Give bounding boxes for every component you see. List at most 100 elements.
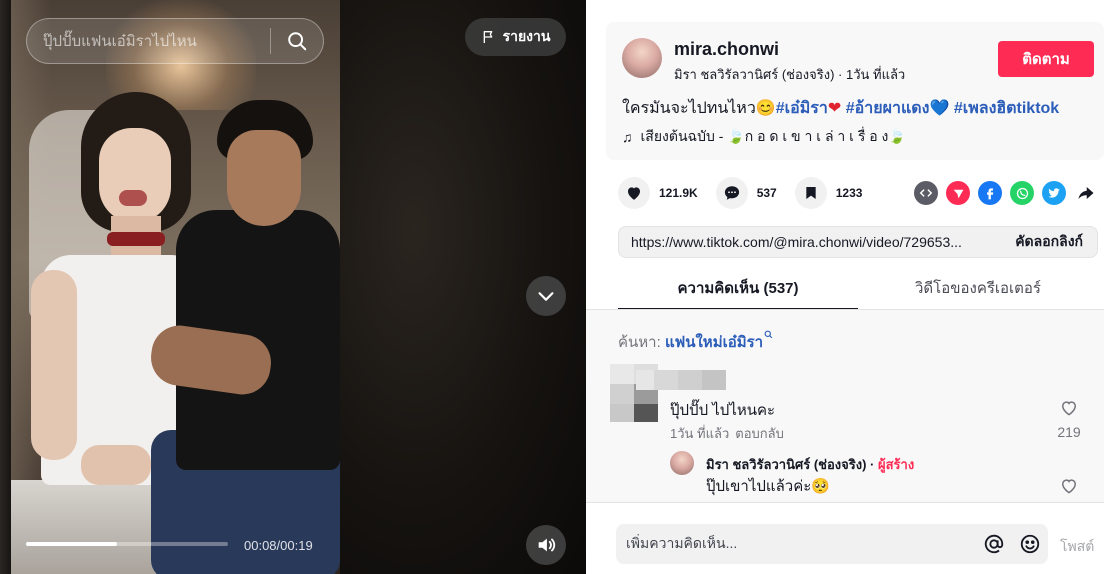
search-button[interactable] (271, 19, 323, 63)
comment-input-field[interactable]: เพิ่มความคิดเห็น... (616, 533, 976, 555)
share-arrow-icon (1078, 187, 1094, 199)
comment-text: ปุ๊ปปั๊ป ไปไหนคะ (670, 402, 776, 419)
video-blur-left (0, 0, 11, 574)
creator-display-name[interactable]: มิรา ชลวิรัลวานิศร์ (ช่องจริง) (674, 67, 834, 82)
creator-avatar[interactable] (622, 38, 662, 78)
search-input[interactable]: ปุ๊ปปั๊บแฟนเอ๋มิราไปไหน (27, 29, 270, 53)
side-panel: mira.chonwi มิรา ชลวิรัลวานิศร์ (ช่องจริ… (586, 0, 1104, 574)
embed-code-icon (919, 189, 933, 197)
heart-outline-icon (1061, 401, 1077, 416)
at-sign-icon (984, 534, 1004, 554)
whatsapp-share-button[interactable] (1010, 181, 1034, 205)
creator-badge: ผู้สร้าง (877, 457, 915, 472)
creator-subline: มิรา ชลวิรัลวานิศร์ (ช่องจริง) · 1วัน ที… (674, 64, 905, 85)
comment-search-suggestion[interactable]: ค้นหา: แฟนใหม่เอ๋มิรา (618, 330, 773, 354)
video-link-box: https://www.tiktok.com/@mira.chonwi/vide… (618, 226, 1098, 258)
save-icon-wrap (794, 177, 827, 209)
like-count: 121.9K (659, 186, 698, 200)
save-count: 1233 (835, 186, 863, 200)
creator-username[interactable]: mira.chonwi (674, 39, 779, 60)
music-note-icon: ♫ (622, 129, 633, 145)
report-button[interactable]: รายงาน (465, 18, 566, 56)
video-progress-bar[interactable] (26, 542, 228, 546)
more-share-button[interactable] (1074, 181, 1098, 205)
reply-button[interactable]: ตอบกลับ (735, 426, 784, 441)
share-row (914, 181, 1098, 205)
report-label: รายงาน (502, 28, 551, 44)
mention-button[interactable] (976, 526, 1012, 562)
comment-meta: 1วัน ที่แล้ว ตอบกลับ (670, 423, 784, 444)
search-icon (764, 330, 773, 339)
post-comment-button[interactable]: โพสต์ (1060, 536, 1094, 558)
chevron-down-icon (538, 292, 554, 301)
bookmark-icon (806, 187, 816, 199)
search-icon (288, 32, 307, 51)
leaf-emoji: 🍃 (888, 128, 906, 144)
tab-comments[interactable]: ความคิดเห็น (537) (618, 268, 858, 310)
reply-author-name[interactable]: มิรา ชลวิรัลวานิศร์ (ช่องจริง) (706, 457, 866, 472)
video-search-bar[interactable]: ปุ๊ปปั๊บแฟนเอ๋มิราไปไหน (26, 18, 324, 64)
leaf-emoji: 🍃 (727, 128, 745, 144)
post-time: 1วัน ที่แล้ว (845, 67, 906, 82)
like-button[interactable]: 121.9K (618, 177, 698, 209)
embed-button[interactable] (914, 181, 938, 205)
send-to-friend-button[interactable] (946, 181, 970, 205)
comment-like-button[interactable]: 219 (1054, 398, 1084, 440)
search-keyword: แฟนใหม่เอ๋มิรา (664, 334, 764, 351)
twitter-icon (1048, 188, 1060, 198)
comment-tabs: ความคิดเห็น (537) วิดีโอของครีเอเตอร์ (618, 268, 1098, 310)
follow-button[interactable]: ติดตาม (998, 41, 1094, 77)
comment-button[interactable]: 537 (715, 177, 777, 209)
woman-mouth (119, 190, 147, 206)
description-card: mira.chonwi มิรา ชลวิรัลวานิศร์ (ช่องจริ… (606, 22, 1104, 160)
emoji-icon (1020, 534, 1040, 554)
facebook-icon (987, 188, 994, 200)
music-title: ก อ ด เ ข า เ ล่ า เ รื่ อ ง (744, 128, 889, 144)
reply-like-button[interactable] (1054, 476, 1084, 496)
comments-list[interactable]: ค้นหา: แฟนใหม่เอ๋มิรา ปุ๊ปปั๊ป ไปไหนคะ 1… (586, 310, 1104, 502)
composer-divider (586, 502, 1104, 503)
flag-icon (483, 31, 492, 43)
video-pane: ปุ๊ปปั๊บแฟนเอ๋มิราไปไหน รายงาน 00:08/00:… (0, 0, 586, 574)
commenter-name-pixelated[interactable] (636, 370, 726, 390)
emoji-button[interactable] (1012, 526, 1048, 562)
music-link[interactable]: ♫ เสียงต้นฉบับ - 🍃ก อ ด เ ข า เ ล่ า เ ร… (622, 126, 906, 148)
video-progress-fill (26, 542, 117, 546)
woman-arm (31, 270, 77, 460)
heart-icon (628, 187, 640, 200)
comment-bubble-icon (724, 186, 739, 200)
facebook-share-button[interactable] (978, 181, 1002, 205)
tab-creator-videos[interactable]: วิดีโอของครีเอเตอร์ (858, 268, 1098, 310)
hashtag-link[interactable]: #เพลงฮิตtiktok (954, 100, 1059, 117)
whatsapp-icon (1016, 187, 1028, 199)
floor (11, 480, 171, 574)
music-prefix: เสียงต้นฉบับ - (640, 128, 728, 144)
music-info: เสียงต้นฉบับ - 🍃ก อ ด เ ข า เ ล่ า เ รื่… (641, 126, 906, 148)
comment-count: 537 (756, 186, 777, 200)
creator-reply-avatar[interactable] (670, 451, 694, 475)
comment-like-count: 219 (1057, 424, 1081, 440)
send-icon (953, 189, 963, 198)
blue-heart-emoji: 💙 (929, 100, 950, 117)
reply-text: ปุ๊ปเขาไปแล้วค่ะ🥺 (706, 478, 830, 495)
hashtag-link[interactable]: #อ้ายผาแดง (846, 100, 930, 117)
video-player[interactable] (11, 0, 340, 574)
search-prefix: ค้นหา: (618, 334, 665, 351)
video-caption: ใครมันจะไปทนไหว😊#เอ๋มิรา❤ #อ้ายผาแดง💙 #เ… (622, 96, 1059, 121)
video-url[interactable]: https://www.tiktok.com/@mira.chonwi/vide… (619, 234, 1001, 250)
comment-composer[interactable]: เพิ่มความคิดเห็น... (616, 524, 1048, 564)
twitter-share-button[interactable] (1042, 181, 1066, 205)
heart-outline-icon (1061, 479, 1077, 494)
man-face (227, 130, 301, 226)
woman-hands (81, 445, 151, 485)
save-button[interactable]: 1233 (794, 177, 863, 209)
time-readout: 00:08/00:19 (244, 538, 313, 553)
hashtag-link[interactable]: #เอ๋มิรา (776, 100, 828, 117)
next-video-button[interactable] (526, 276, 566, 316)
subline-separator: · (834, 67, 846, 82)
reply-separator: · (866, 457, 878, 472)
speaker-icon (538, 538, 556, 552)
volume-button[interactable] (526, 525, 566, 565)
tiktok-video-page: ปุ๊ปปั๊บแฟนเอ๋มิราไปไหน รายงาน 00:08/00:… (0, 0, 1104, 574)
copy-link-button[interactable]: คัดลอกลิงก์ (1001, 231, 1097, 253)
